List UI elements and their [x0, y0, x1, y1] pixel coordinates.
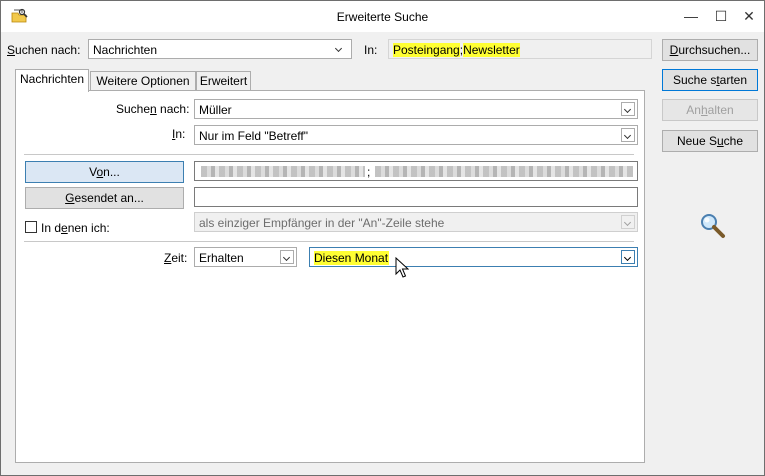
tab-panel-nachrichten: Suchen nach: Müller In: Nur im Feld "Bet…: [15, 90, 645, 463]
where-i-am-select[interactable]: als einziger Empfänger in der "An"-Zeile…: [194, 212, 638, 232]
chevron-down-icon: [333, 42, 347, 56]
where-i-am-label: In denen ich:: [41, 221, 110, 235]
tab-nachrichten[interactable]: Nachrichten: [15, 69, 89, 92]
chevron-down-icon[interactable]: [621, 102, 635, 116]
where-i-am-value: als einziger Empfänger in der "An"-Zeile…: [199, 216, 445, 230]
search-in-select[interactable]: Nur im Feld "Betreff": [194, 125, 638, 145]
tab-weitere-optionen[interactable]: Weitere Optionen: [90, 71, 196, 91]
sent-to-field[interactable]: [194, 187, 638, 207]
search-in-label: In:: [172, 127, 186, 141]
time-range-select[interactable]: Diesen Monat: [309, 247, 638, 267]
chevron-down-icon: [621, 215, 635, 229]
browse-button[interactable]: Durchsuchen...: [662, 39, 758, 61]
in-folder-field: Posteingang;Newsletter: [388, 39, 652, 59]
search-for-select[interactable]: Nachrichten: [88, 39, 352, 59]
new-search-button[interactable]: Neue Suche: [662, 130, 758, 152]
search-for-label: Suchen nach:: [7, 43, 81, 57]
stop-button[interactable]: Anhalten: [662, 99, 758, 121]
separator: [24, 154, 634, 155]
window-title: Erweiterte Suche: [336, 10, 429, 24]
chevron-down-icon[interactable]: [621, 128, 635, 142]
folder-posteingang: Posteingang: [393, 43, 460, 57]
start-search-button[interactable]: Suche starten: [662, 69, 758, 91]
time-label: Zeit:: [164, 251, 188, 265]
advanced-search-window: Erweiterte Suche — ☐ ✕ Suchen nach: Nach…: [0, 0, 765, 476]
where-i-am-checkbox[interactable]: [25, 221, 37, 233]
separator: [24, 241, 634, 242]
redacted-sender-1: [201, 166, 365, 177]
from-button[interactable]: Von...: [25, 161, 184, 183]
in-folder-value: Posteingang;Newsletter: [393, 43, 520, 57]
chevron-down-icon[interactable]: [280, 250, 294, 264]
from-field[interactable]: ;: [194, 161, 638, 181]
tab-erweitert[interactable]: Erweitert: [196, 71, 251, 91]
from-separator: ;: [367, 165, 371, 179]
sent-to-button[interactable]: Gesendet an...: [25, 187, 184, 209]
time-type-select[interactable]: Erhalten: [194, 247, 297, 267]
in-folder-label: In:: [364, 43, 378, 57]
maximize-button[interactable]: ☐: [706, 5, 736, 27]
magnifier-icon: [701, 214, 725, 238]
mouse-cursor-icon: [395, 257, 409, 278]
redacted-sender-2: [375, 166, 633, 177]
title-bar: Erweiterte Suche — ☐ ✕: [1, 1, 764, 32]
search-words-value: Müller: [199, 103, 232, 117]
close-button[interactable]: ✕: [734, 5, 764, 27]
search-for-value: Nachrichten: [93, 43, 158, 57]
folder-newsletter: Newsletter: [463, 43, 520, 57]
search-words-label: Suchen nach:: [116, 102, 190, 116]
search-in-value: Nur im Feld "Betreff": [199, 129, 308, 143]
time-range-value: Diesen Monat: [314, 251, 390, 265]
chevron-down-icon[interactable]: [621, 250, 635, 264]
minimize-button[interactable]: —: [676, 5, 706, 27]
time-type-value: Erhalten: [199, 251, 244, 265]
search-words-combo[interactable]: Müller: [194, 99, 638, 119]
